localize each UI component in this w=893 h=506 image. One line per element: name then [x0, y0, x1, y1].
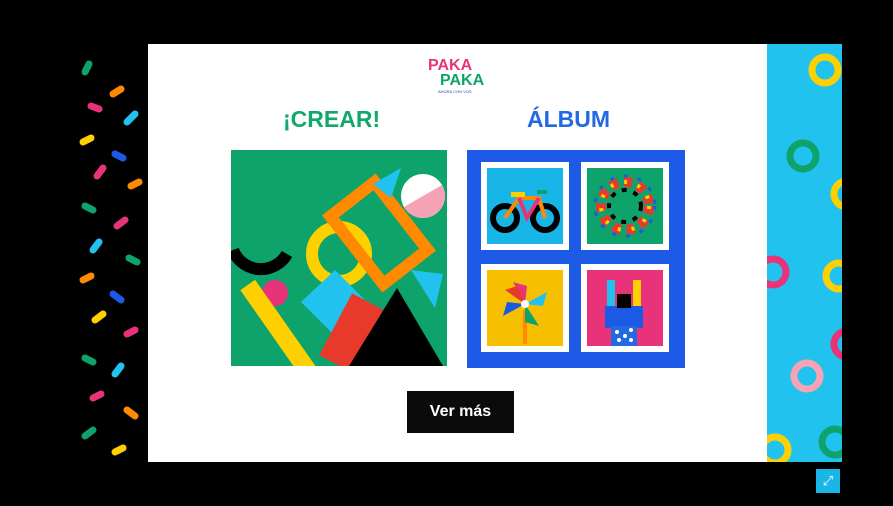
paka-paka-logo: PAKA PAKA AHORA CON VOS	[428, 58, 490, 102]
bicycle-icon	[487, 168, 563, 244]
album-thumbnail[interactable]	[481, 264, 569, 352]
pinwheel-icon	[487, 270, 563, 346]
logo-line-2: PAKA	[440, 72, 485, 89]
ver-mas-button[interactable]: Ver más	[407, 391, 514, 433]
crear-card[interactable]	[231, 150, 447, 366]
album-card[interactable]	[467, 150, 685, 368]
right-donuts-decoration	[767, 44, 842, 462]
crear-illustration	[231, 168, 445, 366]
album-thumbnail[interactable]	[581, 162, 669, 250]
album-thumbnail[interactable]	[581, 264, 669, 352]
ring-of-figures-icon	[587, 168, 663, 244]
logo-subtitle: AHORA CON VOS	[438, 89, 472, 94]
logo-line-1: PAKA	[428, 57, 473, 74]
album-thumbnail[interactable]	[481, 162, 569, 250]
left-sprinkles-decoration	[75, 44, 148, 462]
donuts-pattern	[767, 53, 842, 462]
game-stage: PAKA PAKA AHORA CON VOS ¡CREAR! ÁLBUM Ve…	[0, 0, 893, 506]
album-title: ÁLBUM	[527, 106, 611, 132]
crear-title: ¡CREAR!	[283, 106, 381, 132]
fullscreen-button[interactable]: ⤢	[816, 469, 840, 493]
expand-icon: ⤢	[822, 473, 834, 488]
sprinkles-pattern	[79, 60, 143, 456]
hand-gesture-icon	[587, 270, 663, 346]
